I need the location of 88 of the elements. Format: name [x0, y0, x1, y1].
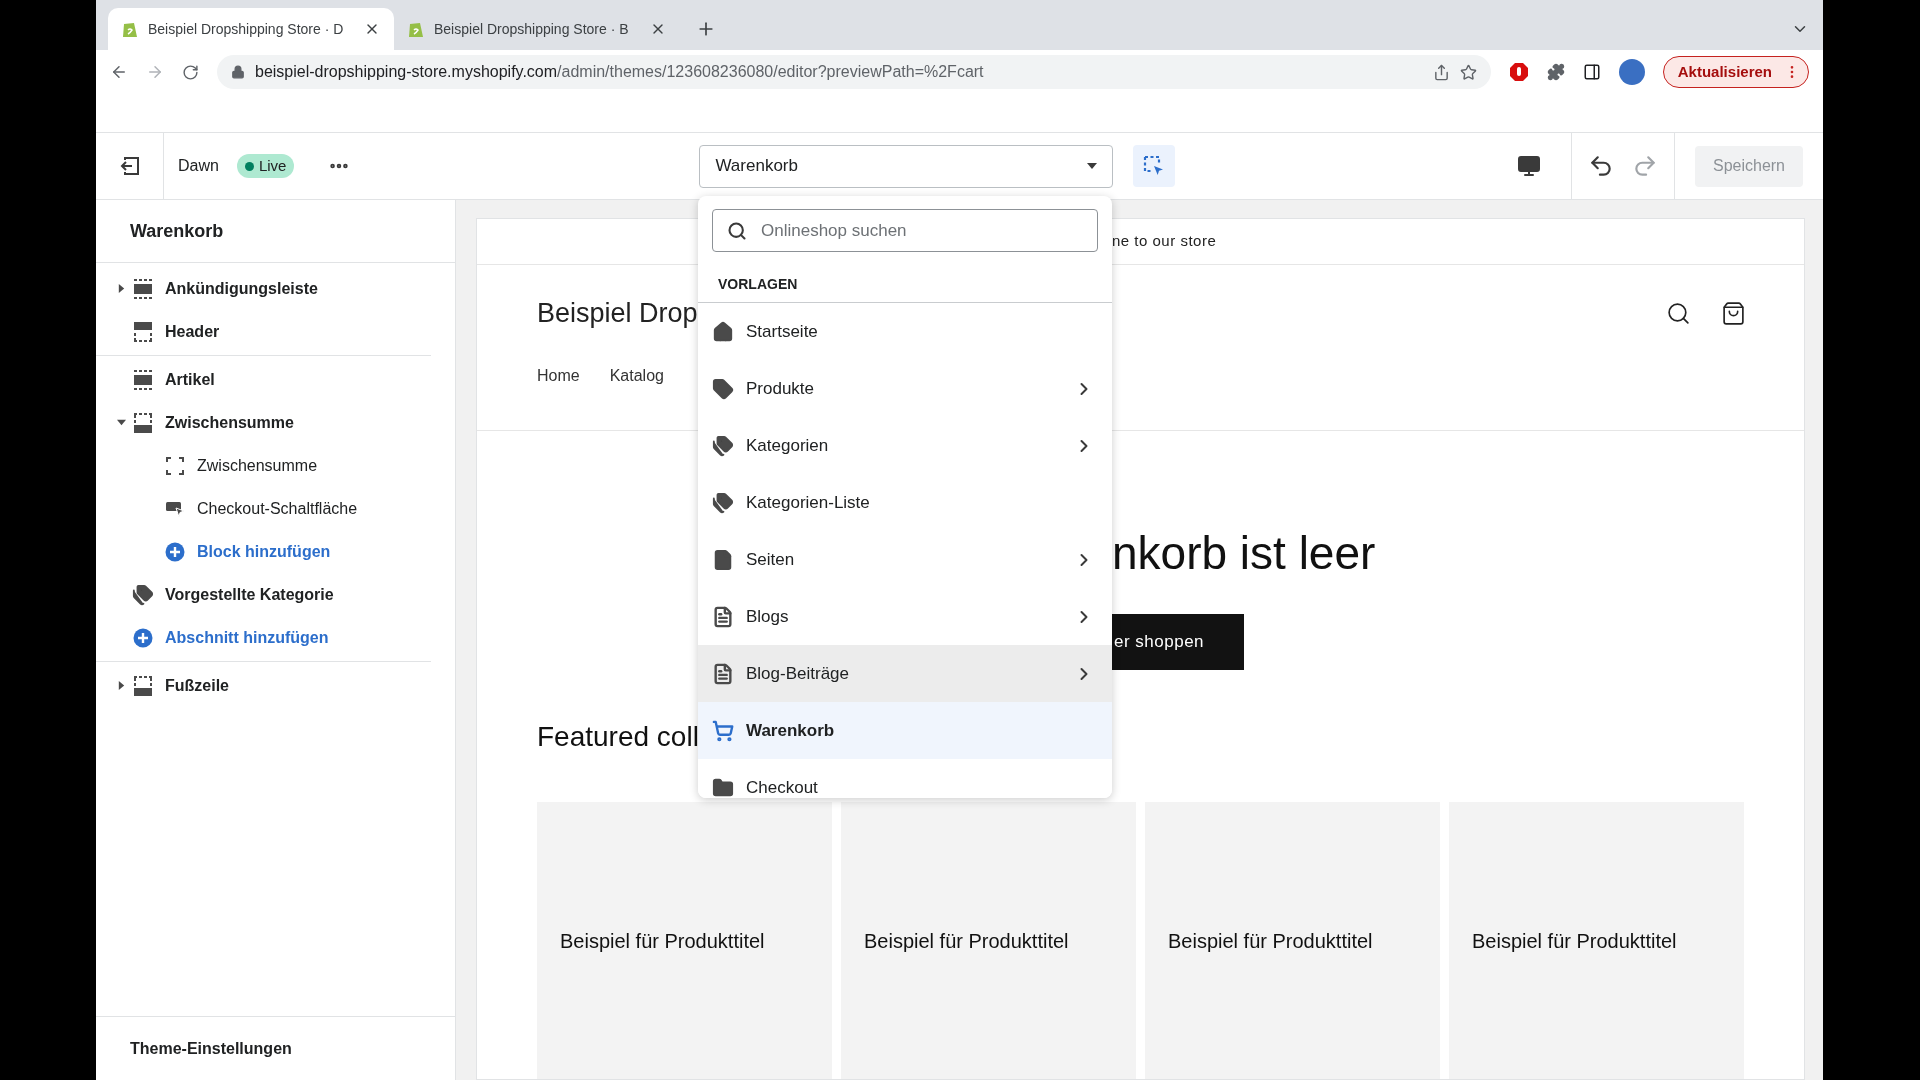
section-icon — [132, 277, 154, 300]
section-icon — [132, 368, 154, 391]
footer-section-icon — [132, 674, 154, 697]
exit-icon[interactable] — [119, 156, 140, 176]
template-select[interactable]: Warenkorb — [699, 144, 1114, 188]
section-item[interactable]: Zwischensumme — [165, 410, 294, 435]
shop-bag-icon — [408, 20, 424, 38]
stop-hand-icon[interactable] — [1508, 62, 1529, 82]
browser-tab[interactable]: Beispiel Dropshipping Store · D — [108, 8, 394, 50]
menu-item[interactable]: Seiten — [698, 531, 1112, 588]
tags-icon — [132, 583, 154, 606]
search-icon — [727, 221, 747, 241]
product-title: Beispiel für Produkttitel — [560, 928, 765, 954]
section-item[interactable]: Ankündigungsleiste — [165, 276, 318, 301]
caret-icon[interactable] — [116, 418, 126, 427]
extensions-icon[interactable] — [1546, 63, 1565, 81]
menu-item[interactable]: Checkout — [698, 759, 1112, 798]
product-card[interactable]: Beispiel für Produkttitel — [841, 802, 1136, 1079]
continue-shopping-button[interactable]: er shoppen — [1112, 614, 1244, 670]
menu-item[interactable]: Warenkorb — [698, 702, 1112, 759]
menu-item[interactable]: Kategorien — [698, 417, 1112, 474]
add-icon — [133, 627, 153, 648]
add-link[interactable]: Block hinzufügen — [197, 539, 331, 564]
tag-icon — [712, 377, 734, 400]
add-link[interactable]: Abschnitt hinzufügen — [165, 625, 329, 650]
search-field[interactable]: Onlineshop suchen — [712, 209, 1098, 252]
product-title: Beispiel für Produkttitel — [864, 928, 1069, 954]
block-icon — [165, 455, 185, 476]
theme-settings-link[interactable]: Theme-Einstellungen — [130, 1036, 292, 1061]
tags-icon — [712, 491, 734, 514]
theme-name: Dawn — [178, 156, 219, 176]
store-name[interactable]: Beispiel Drop — [537, 293, 698, 334]
section-item[interactable]: Header — [165, 319, 220, 344]
bag-icon[interactable] — [1721, 300, 1746, 326]
product-title: Beispiel für Produkttitel — [1472, 928, 1677, 954]
menu-item[interactable]: Produkte — [698, 360, 1112, 417]
caret-icon[interactable] — [116, 681, 126, 690]
reload-icon[interactable] — [182, 63, 199, 81]
share-icon[interactable] — [1432, 63, 1450, 81]
product-card[interactable]: Beispiel für Produkttitel — [537, 802, 832, 1079]
tags-icon — [712, 434, 734, 457]
browser-tab[interactable]: Beispiel Dropshipping Store · B — [394, 8, 680, 50]
menu-item[interactable]: Blogs — [698, 588, 1112, 645]
product-card[interactable]: Beispiel für Produkttitel — [1449, 802, 1744, 1079]
url-path: /admin/themes/123608236080/editor?previewPath=%2Fcart — [557, 62, 984, 82]
tab-title: Beispiel Dropshipping Store · B — [434, 19, 630, 39]
avatar[interactable] — [1618, 59, 1645, 85]
inspector-toggle[interactable] — [1133, 145, 1176, 187]
section-item[interactable]: Vorgestellte Kategorie — [165, 582, 334, 607]
section-label: VORLAGEN — [718, 274, 798, 294]
announcement-text: ne to our store — [1112, 231, 1217, 252]
folder-icon — [712, 776, 734, 798]
block-item[interactable]: Checkout-Schaltfläche — [197, 496, 358, 521]
add-icon — [165, 541, 185, 562]
lock-icon — [231, 65, 245, 79]
product-card[interactable]: Beispiel für Produkttitel — [1145, 802, 1440, 1079]
blog-post-icon — [712, 662, 734, 685]
address-bar[interactable]: beispiel-dropshipping-store.myshopify.com/admin/themes/123608236080/editor?previewPath=%2Fcart — [217, 55, 1491, 89]
tab-title: Beispiel Dropshipping Store · D — [148, 19, 345, 39]
side-panel-icon[interactable] — [1582, 63, 1601, 81]
blog-post-icon — [712, 605, 734, 628]
live-badge: Live — [236, 154, 295, 178]
bookmark-star-icon[interactable] — [1459, 63, 1477, 81]
menu-item[interactable]: Blog-Beiträge — [698, 645, 1112, 702]
page-icon — [712, 548, 734, 571]
footer-section-icon — [132, 411, 154, 434]
home-icon — [712, 320, 734, 343]
product-title: Beispiel für Produkttitel — [1168, 928, 1373, 954]
section-heading: Featured coll — [537, 721, 699, 752]
menu-item[interactable]: Startseite — [698, 303, 1112, 360]
nav-link[interactable]: Home — [537, 363, 580, 388]
desktop-icon[interactable] — [1516, 154, 1541, 178]
shop-bag-icon — [122, 20, 138, 38]
cart-icon — [712, 719, 734, 742]
header-section-icon — [132, 320, 154, 343]
url-host: beispiel-dropshipping-store.myshopify.com — [255, 62, 558, 82]
back-icon[interactable] — [110, 63, 128, 81]
block-item[interactable]: Zwischensumme — [197, 453, 318, 478]
section-item[interactable]: Fußzeile — [165, 673, 229, 698]
section-item[interactable]: Artikel — [165, 367, 215, 392]
panel-title: Warenkorb — [130, 219, 224, 243]
nav-link[interactable]: Katalog — [609, 363, 664, 388]
caret-icon[interactable] — [116, 284, 126, 293]
search-icon[interactable] — [1666, 300, 1691, 326]
update-button[interactable]: Aktualisieren — [1662, 56, 1809, 88]
menu-item[interactable]: Kategorien-Liste — [698, 474, 1112, 531]
caret-icon — [1087, 163, 1098, 169]
empty-cart-heading: nkorb ist leer — [1112, 527, 1376, 579]
